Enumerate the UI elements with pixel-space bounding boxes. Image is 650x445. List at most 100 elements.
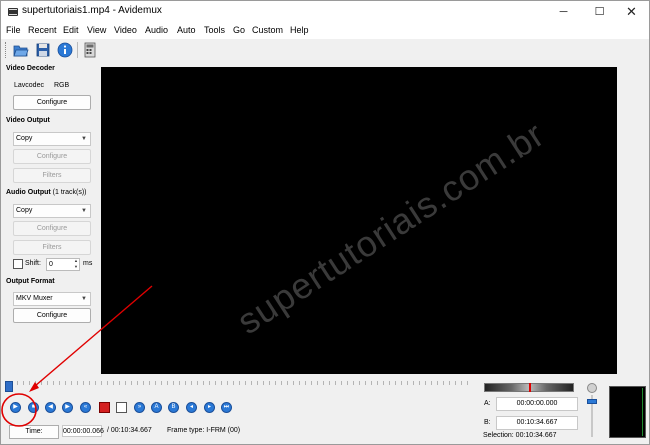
next-frame-button[interactable]: ▶ [62,402,73,413]
info-icon[interactable] [56,41,74,59]
goto-marker-b-button[interactable]: B [168,402,179,413]
goto-marker-a-button[interactable]: A [151,402,162,413]
decoder-codec-label: Lavcodec [14,82,44,89]
timeline-cursor[interactable] [5,381,13,392]
next-frame-icon: ▶ [65,404,70,410]
timeline-tick [335,381,336,385]
timeline-tick [419,381,420,385]
timeline-tick [125,381,126,385]
menu-audio[interactable]: Audio [145,25,168,35]
video-display[interactable]: supertutoriais.com.br [101,67,617,374]
toolbar-grip [5,42,8,58]
timeline-tick [53,381,54,385]
shift-value: 0 [49,261,53,268]
timeline-tick [17,381,18,385]
audio-configure-button[interactable]: Configure [13,221,91,236]
marker-a-field[interactable]: 00:00:00.000 [496,397,578,411]
timeline-tick [317,381,318,385]
menu-view[interactable]: View [87,25,106,35]
decoder-configure-button[interactable]: Configure [13,95,91,110]
audio-filters-button[interactable]: Filters [13,240,91,255]
play-icon: ▶ [13,404,18,410]
video-codec-select[interactable]: Copy ▼ [13,132,91,146]
timeline-tick [437,381,438,385]
total-duration: / 00:10:34.667 [107,427,152,434]
video-filters-button[interactable]: Filters [13,168,91,183]
shift-checkbox[interactable] [13,259,23,269]
audio-meter [609,386,646,438]
next-keyframe-icon: » [137,404,142,410]
timeline-tick [341,381,342,385]
current-time-field[interactable]: 00:00:00.066 [62,425,104,437]
spin-arrows-icon[interactable]: ▲ ▼ [74,258,78,270]
save-icon[interactable] [34,41,52,59]
timeline-tick [107,381,108,385]
timeline-tick [383,381,384,385]
timeline-tick [167,381,168,385]
timeline-tick [71,381,72,385]
timeline-tick [245,381,246,385]
menu-file[interactable]: File [6,25,21,35]
play-button[interactable]: ▶ [10,402,21,413]
timeline-tick [407,381,408,385]
timeline-tick [431,381,432,385]
next-black-frame-button[interactable]: ▸ [204,402,215,413]
audio-codec-select[interactable]: Copy ▼ [13,204,91,218]
close-button[interactable]: ✕ [615,1,648,23]
minimize-button[interactable]: ─ [547,1,580,23]
timeline-tick [413,381,414,385]
previous-frame-button[interactable]: ◀ [45,402,56,413]
selection-duration: Selection: 00:10:34.667 [483,432,557,439]
previous-black-frame-button[interactable]: ◂ [186,402,197,413]
timeline-slider[interactable] [5,379,475,389]
timeline-tick [185,381,186,385]
set-marker-b-button[interactable] [116,402,127,413]
goto-end-button[interactable]: ⏭ [221,402,232,413]
timeline-tick [455,381,456,385]
audio-codec-value: Copy [16,207,33,214]
audio-track-info: (1 track(s)) [52,189,87,196]
video-configure-button[interactable]: Configure [13,149,91,164]
marker-a-label: A: [484,400,491,407]
audio-meter-line [642,388,643,436]
timeline-tick [149,381,150,385]
shift-spinbox[interactable]: 0 ▲ ▼ [46,258,80,271]
menu-auto[interactable]: Auto [177,25,196,35]
timeline-tick [173,381,174,385]
timeline-tick [311,381,312,385]
timeline-tick [425,381,426,385]
menu-video[interactable]: Video [114,25,137,35]
volume-handle[interactable] [587,399,597,404]
calculator-icon[interactable] [81,41,99,59]
stop-button[interactable]: ■ [28,402,39,413]
menu-custom[interactable]: Custom [252,25,283,35]
open-folder-icon[interactable] [12,41,30,59]
timeline-tick [251,381,252,385]
timeline-tick [401,381,402,385]
timeline-tick [239,381,240,385]
volume-icon[interactable] [587,383,597,393]
previous-keyframe-icon: « [83,404,88,410]
menu-recent[interactable]: Recent [28,25,57,35]
timeline-tick [221,381,222,385]
menu-edit[interactable]: Edit [63,25,79,35]
menu-tools[interactable]: Tools [204,25,225,35]
menu-help[interactable]: Help [290,25,309,35]
timeline-tick [299,381,300,385]
muxer-configure-button[interactable]: Configure [13,308,91,323]
menu-go[interactable]: Go [233,25,245,35]
timeline-tick [161,381,162,385]
previous-keyframe-button[interactable]: « [80,402,91,413]
marker-b-field[interactable]: 00:10:34.667 [496,416,578,430]
timeline-tick [305,381,306,385]
shift-label: Shift: [25,260,41,267]
maximize-button[interactable]: ☐ [583,1,616,23]
muxer-select[interactable]: MKV Muxer ▼ [13,292,91,306]
set-marker-a-button[interactable] [99,402,110,413]
timeline-tick [395,381,396,385]
timeline-tick [119,381,120,385]
timeline-tick [215,381,216,385]
time-button[interactable]: Time: [9,425,59,439]
next-keyframe-button[interactable]: » [134,402,145,413]
title-bar: supertutoriais1.mp4 - Avidemux ─ ☐ ✕ [1,1,649,23]
